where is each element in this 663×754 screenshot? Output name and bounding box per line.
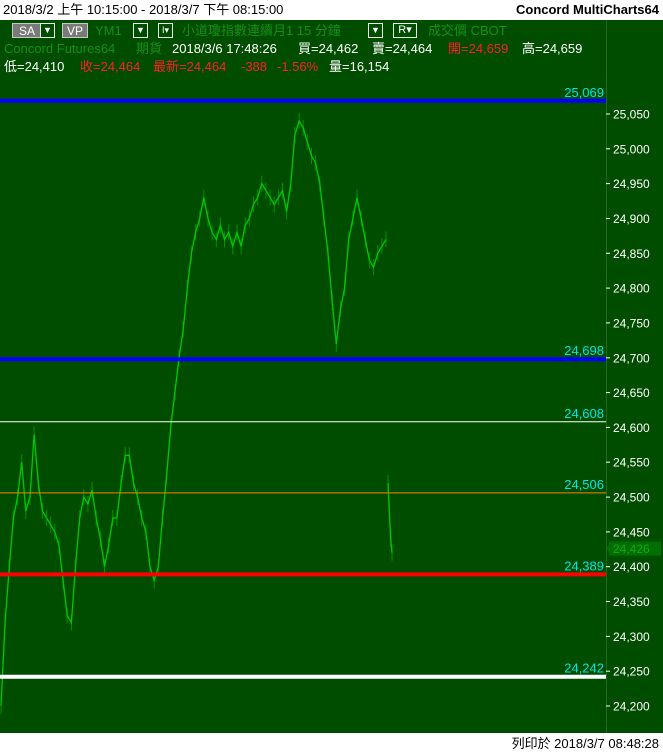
settings-dropdown[interactable]: ▼ bbox=[368, 23, 383, 38]
y-axis-tick-label: 24,800 bbox=[613, 282, 650, 296]
print-timestamp: 列印於 2018/3/7 08:48:28 bbox=[511, 736, 659, 751]
y-axis-tick-label: 24,600 bbox=[613, 421, 650, 435]
y-axis-tick-label: 24,650 bbox=[613, 386, 650, 400]
price-series-line bbox=[387, 483, 393, 553]
low-price: 低=24,410 bbox=[4, 59, 65, 74]
volume: 量=16,154 bbox=[329, 59, 390, 74]
price-change-percent: -1.56% bbox=[277, 59, 319, 74]
y-axis-tick-label: 24,750 bbox=[613, 316, 650, 330]
y-axis-tick-label: 24,900 bbox=[613, 212, 650, 226]
sa-button[interactable]: SA bbox=[12, 23, 42, 38]
price-type-label: 成交價 CBOT bbox=[428, 23, 507, 38]
r-label: R bbox=[398, 24, 407, 36]
current-price-label: 24,426 bbox=[613, 542, 650, 556]
horizontal-level-label: 25,069 bbox=[564, 85, 604, 100]
vp-button[interactable]: VP bbox=[62, 23, 88, 38]
chevron-down-icon: ▼ bbox=[136, 25, 145, 35]
price-series-line bbox=[0, 119, 387, 707]
current-price-arrow-icon bbox=[606, 543, 610, 554]
sa-label: SA bbox=[18, 24, 35, 38]
y-axis-tick-label: 24,350 bbox=[613, 595, 650, 609]
y-axis-tick-label: 24,850 bbox=[613, 247, 650, 261]
y-axis-tick-label: 24,500 bbox=[613, 491, 650, 505]
interval-label: 小道瓊指數連續月1 15 分鐘 bbox=[182, 23, 341, 38]
chevron-down-icon: ▼ bbox=[371, 25, 380, 35]
y-axis-tick-label: 25,000 bbox=[613, 142, 650, 156]
y-axis-tick-label: 24,300 bbox=[613, 630, 650, 644]
quote-datetime: 2018/3/6 17:48:26 bbox=[172, 41, 277, 56]
category-label: 期貨 bbox=[136, 41, 163, 56]
print-footer: 列印於 2018/3/7 08:48:28 bbox=[0, 733, 663, 754]
y-axis-tick-label: 24,200 bbox=[613, 700, 650, 714]
interval-dropdown[interactable]: I▾ bbox=[158, 23, 173, 38]
bar-style-icon: I▾ bbox=[161, 25, 170, 35]
horizontal-level-label: 24,389 bbox=[564, 558, 604, 573]
high-price: 高=24,659 bbox=[522, 41, 583, 56]
y-axis-tick-label: 24,550 bbox=[613, 456, 650, 470]
symbol-label: YM1 bbox=[95, 23, 122, 38]
y-axis-tick-label: 24,950 bbox=[613, 177, 650, 191]
symbol-dropdown[interactable]: ▼ bbox=[133, 23, 148, 38]
open-price: 開=24,659 bbox=[448, 41, 509, 56]
r-button[interactable]: R▾ bbox=[393, 23, 417, 38]
price-change: -388 bbox=[241, 59, 268, 74]
chart-canvas: 25,069 24,698 24,608 24,506 24,389 24,242 24,2… bbox=[0, 85, 661, 714]
y-axis-tick-label: 24,450 bbox=[613, 525, 650, 539]
y-axis-tick-label: 24,400 bbox=[613, 560, 650, 574]
chevron-down-icon: ▼ bbox=[43, 25, 52, 35]
horizontal-level-label: 24,698 bbox=[564, 343, 604, 358]
horizontal-level-label: 24,608 bbox=[564, 406, 604, 421]
sa-dropdown[interactable]: ▼ bbox=[40, 23, 55, 38]
bid-price: 買=24,462 bbox=[298, 41, 359, 56]
y-axis-tick-label: 24,700 bbox=[613, 351, 650, 365]
horizontal-level-label: 24,506 bbox=[564, 477, 604, 492]
close-price: 收=24,464 bbox=[80, 59, 141, 74]
ask-price: 賣=24,464 bbox=[372, 41, 433, 56]
y-axis-tick-label: 25,050 bbox=[613, 108, 650, 122]
horizontal-level-label: 24,242 bbox=[564, 661, 604, 676]
vp-label: VP bbox=[66, 24, 83, 38]
last-price: 最新=24,464 bbox=[153, 59, 227, 74]
y-axis-tick-label: 24,250 bbox=[613, 665, 650, 679]
data-source-label: Concord Futures64 bbox=[4, 41, 116, 56]
